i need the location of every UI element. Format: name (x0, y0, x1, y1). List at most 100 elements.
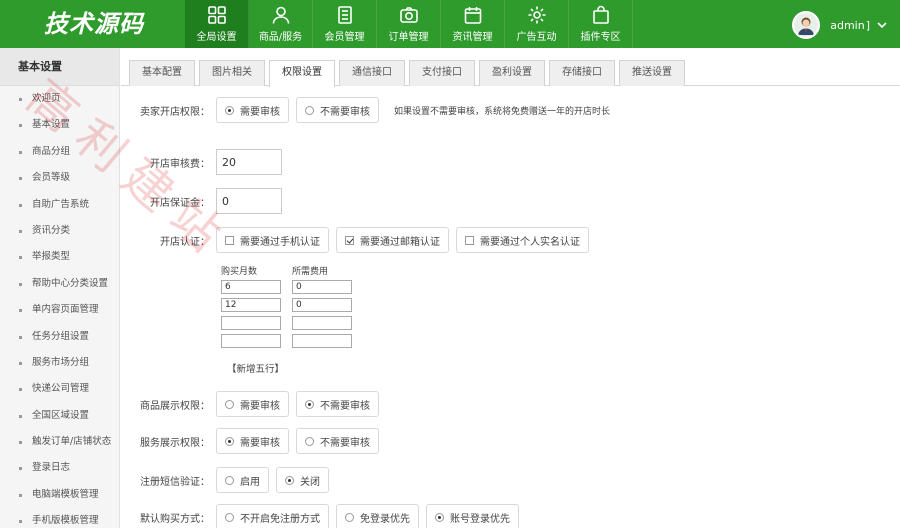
sidebar-item-basic-settings[interactable]: 基本设置 (0, 112, 119, 138)
nav-item-news[interactable]: 资讯管理 (441, 0, 505, 48)
sidebar-item-label: 基本设置 (32, 119, 71, 131)
goods-display-need-audit[interactable]: 需要审核 (216, 391, 289, 417)
seller-permission-no-audit[interactable]: 不需要审核 (296, 97, 379, 123)
option-label: 免登录优先 (360, 513, 410, 525)
nav-item-ads[interactable]: 广告互动 (505, 0, 569, 48)
nav-item-members[interactable]: 会员管理 (313, 0, 377, 48)
buy-mode-no-guest[interactable]: 不开启免注册方式 (216, 504, 329, 528)
sidebar-item-help-category[interactable]: 帮助中心分类设置 (0, 271, 119, 297)
sidebar-item-label: 举报类型 (32, 251, 71, 263)
sidebar-item-goods-group[interactable]: 商品分组 (0, 139, 119, 165)
audit-fee-label: 开店审核费： (150, 158, 210, 170)
service-display-need-audit[interactable]: 需要审核 (216, 428, 289, 454)
sidebar-item-pc-templates[interactable]: 电脑端模板管理 (0, 482, 119, 508)
buy-mode-guest-first[interactable]: 免登录优先 (336, 504, 419, 528)
nav-item-goods[interactable]: 商品/服务 (249, 0, 313, 48)
sidebar-item-regions[interactable]: 全国区域设置 (0, 403, 119, 429)
months-input[interactable] (221, 298, 281, 312)
chevron-down-icon (877, 22, 887, 29)
tab-communication[interactable]: 通信接口 (339, 60, 405, 86)
sidebar-item-label: 资讯分类 (32, 224, 71, 236)
tab-profit[interactable]: 盈利设置 (479, 60, 545, 86)
cert-realname-checkbox[interactable]: 需要通过个人实名认证 (456, 227, 589, 253)
option-label: 关闭 (300, 476, 320, 488)
sidebar-item-single-page[interactable]: 单内容页面管理 (0, 297, 119, 323)
deposit-input[interactable] (216, 188, 282, 214)
sms-verify-enable[interactable]: 启用 (216, 467, 269, 493)
tab-image[interactable]: 图片相关 (199, 60, 265, 86)
service-display-no-audit[interactable]: 不需要审核 (296, 428, 379, 454)
sidebar-item-service-market[interactable]: 服务市场分组 (0, 350, 119, 376)
seller-permission-hint: 如果设置不需要审核，系统将免费赠送一年的开店时长 (394, 106, 611, 117)
option-label: 不开启免注册方式 (240, 513, 320, 525)
sidebar-item-mobile-templates[interactable]: 手机版模板管理 (0, 508, 119, 528)
months-input[interactable] (221, 280, 281, 294)
fee-input[interactable] (292, 280, 352, 294)
tab-push[interactable]: 推送设置 (619, 60, 685, 86)
nav-item-global-settings[interactable]: 全局设置 (185, 0, 249, 48)
sidebar-item-label: 任务分组设置 (32, 330, 90, 342)
settings-tabs: 基本配置 图片相关 权限设置 通信接口 支付接口 盈利设置 存储接口 推送设置 (121, 56, 900, 87)
radio-icon (225, 512, 234, 522)
sidebar-item-express[interactable]: 快递公司管理 (0, 376, 119, 402)
sidebar-item-report-type[interactable]: 举报类型 (0, 244, 119, 270)
sidebar-item-task-group[interactable]: 任务分组设置 (0, 324, 119, 350)
tab-storage[interactable]: 存储接口 (549, 60, 615, 86)
user-icon (272, 6, 289, 24)
nav-label: 会员管理 (324, 32, 365, 43)
option-label: 不需要审核 (320, 400, 370, 412)
fee-input[interactable] (292, 316, 352, 330)
option-label: 不需要审核 (320, 437, 370, 449)
audit-fee-input[interactable] (216, 149, 282, 175)
option-label: 启用 (240, 476, 260, 488)
nav-label: 订单管理 (388, 32, 429, 43)
seller-permission-row: 卖家开店权限： 需要审核 不需要审核 如果设置不需要审核，系统将免费赠送一年的开… (121, 97, 610, 123)
radio-icon (345, 512, 354, 522)
user-menu[interactable]: admin ] (792, 11, 888, 39)
sidebar-item-trigger-status[interactable]: 触发订单/店铺状态 (0, 429, 119, 455)
sms-verify-disable[interactable]: 关闭 (276, 467, 329, 493)
sidebar-item-login-log[interactable]: 登录日志 (0, 455, 119, 481)
col-fee-header: 所需费用 (292, 267, 329, 277)
sidebar-item-welcome[interactable]: 欢迎页 (0, 86, 119, 112)
tab-permissions[interactable]: 权限设置 (269, 60, 335, 87)
tab-basic-config[interactable]: 基本配置 (129, 60, 195, 86)
site-logo[interactable]: 技术源码 (44, 4, 144, 39)
checkbox-icon (225, 235, 234, 245)
fee-input[interactable] (292, 334, 352, 348)
tab-payment[interactable]: 支付接口 (409, 60, 475, 86)
checkbox-icon (345, 235, 354, 245)
goods-display-no-audit[interactable]: 不需要审核 (296, 391, 379, 417)
option-label: 不需要审核 (320, 106, 370, 118)
grid-icon (207, 6, 226, 24)
fee-input[interactable] (292, 298, 352, 312)
months-input[interactable] (221, 334, 281, 348)
option-label: 账号登录优先 (450, 513, 510, 525)
option-label: 需要通过手机认证 (240, 236, 320, 248)
nav-item-orders[interactable]: 订单管理 (377, 0, 441, 48)
sidebar-item-label: 欢迎页 (32, 93, 61, 104)
add-five-rows-link[interactable]: 【新增五行】 (227, 361, 284, 375)
sidebar-item-member-level[interactable]: 会员等级 (0, 165, 119, 191)
sidebar-item-label: 手机版模板管理 (32, 515, 99, 527)
cert-email-checkbox[interactable]: 需要通过邮箱认证 (336, 227, 449, 253)
sidebar-item-self-ads[interactable]: 自助广告系统 (0, 192, 119, 218)
gear-icon (528, 6, 545, 24)
sidebar-item-label: 登录日志 (32, 462, 71, 474)
sidebar: 基本设置 欢迎页 基本设置 商品分组 会员等级 自助广告系统 资讯分类 举报类型… (0, 48, 120, 528)
service-display-row: 服务展示权限： 需要审核 不需要审核 (121, 428, 386, 454)
deposit-row: 开店保证金： (121, 188, 282, 214)
main-nav: 全局设置 商品/服务 会员管理 订单管理 资讯管理 广告互动 插件专区 (185, 0, 633, 48)
buy-mode-account-first[interactable]: 账号登录优先 (426, 504, 519, 528)
deposit-label: 开店保证金： (150, 197, 210, 209)
sidebar-item-news-category[interactable]: 资讯分类 (0, 218, 119, 244)
sidebar-item-label: 帮助中心分类设置 (32, 277, 109, 289)
sidebar-item-label: 单内容页面管理 (32, 304, 99, 316)
seller-permission-need-audit[interactable]: 需要审核 (216, 97, 289, 123)
months-input[interactable] (221, 316, 281, 330)
sidebar-item-label: 自助广告系统 (32, 198, 90, 210)
cert-phone-checkbox[interactable]: 需要通过手机认证 (216, 227, 329, 253)
nav-item-plugins[interactable]: 插件专区 (569, 0, 633, 48)
sidebar-item-label: 服务市场分组 (32, 356, 90, 368)
radio-icon (435, 512, 444, 522)
